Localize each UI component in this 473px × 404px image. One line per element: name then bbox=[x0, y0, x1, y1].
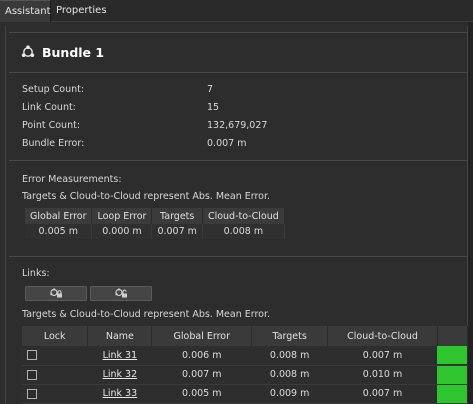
link-count-label: Link Count: bbox=[22, 102, 76, 113]
bundle-header: Bundle 1 bbox=[21, 42, 104, 62]
lock-checkbox[interactable] bbox=[27, 369, 37, 380]
tab-assistant[interactable]: Assistant bbox=[0, 0, 51, 22]
cloud-to-cloud-cell: 0.010 m bbox=[327, 365, 438, 385]
link-name[interactable]: Link 31 bbox=[103, 350, 138, 361]
lock-link-icon bbox=[50, 288, 62, 298]
tab-properties[interactable]: Properties bbox=[51, 0, 112, 22]
table-row[interactable]: Link 33 0.005 m 0.009 m 0.007 m bbox=[22, 384, 468, 404]
global-error-cell: 0.006 m bbox=[151, 346, 252, 366]
tab-bar: Assistant Properties bbox=[0, 0, 473, 22]
setup-count-value: 7 bbox=[207, 84, 214, 95]
column-header: Loop Error bbox=[91, 208, 153, 224]
column-header-status bbox=[437, 326, 469, 346]
bundle-icon bbox=[21, 45, 35, 57]
bundle-error-label: Bundle Error: bbox=[22, 138, 85, 149]
status-indicator bbox=[437, 346, 468, 365]
column-header-name[interactable]: Name bbox=[87, 326, 153, 346]
status-indicator bbox=[437, 384, 468, 403]
column-header: Targets bbox=[151, 208, 203, 224]
cloud-to-cloud-cell: 0.007 m bbox=[327, 346, 438, 366]
divider bbox=[9, 160, 468, 161]
bundle-error-value: 0.007 m bbox=[207, 138, 247, 149]
loop-error-value: 0.000 m bbox=[91, 224, 153, 239]
page-title: Bundle 1 bbox=[42, 44, 105, 60]
link-lock-button[interactable] bbox=[25, 286, 87, 301]
divider bbox=[9, 32, 468, 33]
column-header: Cloud-to-Cloud bbox=[202, 208, 285, 224]
column-header: Global Error bbox=[25, 208, 93, 224]
scrollbar[interactable] bbox=[468, 22, 473, 404]
column-header-targets[interactable]: Targets bbox=[251, 326, 329, 346]
status-indicator bbox=[437, 365, 468, 384]
divider bbox=[9, 72, 468, 73]
targets-cell: 0.008 m bbox=[251, 365, 328, 385]
links-heading: Links: bbox=[22, 268, 50, 279]
table-row[interactable]: Link 32 0.007 m 0.008 m 0.010 m bbox=[22, 365, 468, 385]
panel-border-left bbox=[5, 26, 6, 404]
error-note: Targets & Cloud-to-Cloud represent Abs. … bbox=[22, 191, 271, 202]
lock-checkbox[interactable] bbox=[27, 388, 37, 399]
setup-count-label: Setup Count: bbox=[22, 84, 85, 95]
global-error-value: 0.005 m bbox=[25, 224, 93, 239]
error-measurements-table: Global Error Loop Error Targets Cloud-to… bbox=[25, 208, 285, 239]
targets-cell: 0.009 m bbox=[251, 384, 328, 404]
targets-cell: 0.008 m bbox=[251, 346, 328, 366]
unlock-link-icon bbox=[115, 288, 127, 298]
link-name[interactable]: Link 32 bbox=[103, 369, 138, 380]
global-error-cell: 0.005 m bbox=[151, 384, 252, 404]
link-unlock-button[interactable] bbox=[90, 286, 152, 301]
link-name[interactable]: Link 33 bbox=[103, 388, 138, 399]
global-error-cell: 0.007 m bbox=[151, 365, 252, 385]
divider bbox=[9, 256, 468, 257]
column-header-cloud-to-cloud[interactable]: Cloud-to-Cloud bbox=[327, 326, 438, 346]
point-count-value: 132,679,027 bbox=[207, 120, 268, 131]
targets-value: 0.007 m bbox=[151, 224, 203, 239]
lock-checkbox[interactable] bbox=[27, 350, 37, 361]
column-header-global-error[interactable]: Global Error bbox=[151, 326, 253, 346]
links-table: Lock Name Global Error Targets Cloud-to-… bbox=[22, 326, 469, 404]
column-header-lock[interactable]: Lock bbox=[22, 326, 89, 346]
links-note: Targets & Cloud-to-Cloud represent Abs. … bbox=[22, 309, 271, 320]
cloud-to-cloud-cell: 0.007 m bbox=[327, 384, 438, 404]
link-count-value: 15 bbox=[207, 102, 220, 113]
table-row[interactable]: Link 31 0.006 m 0.008 m 0.007 m bbox=[22, 346, 468, 366]
point-count-label: Point Count: bbox=[22, 120, 81, 131]
error-measurements-heading: Error Measurements: bbox=[22, 174, 122, 185]
cloud-to-cloud-value: 0.008 m bbox=[202, 224, 285, 239]
